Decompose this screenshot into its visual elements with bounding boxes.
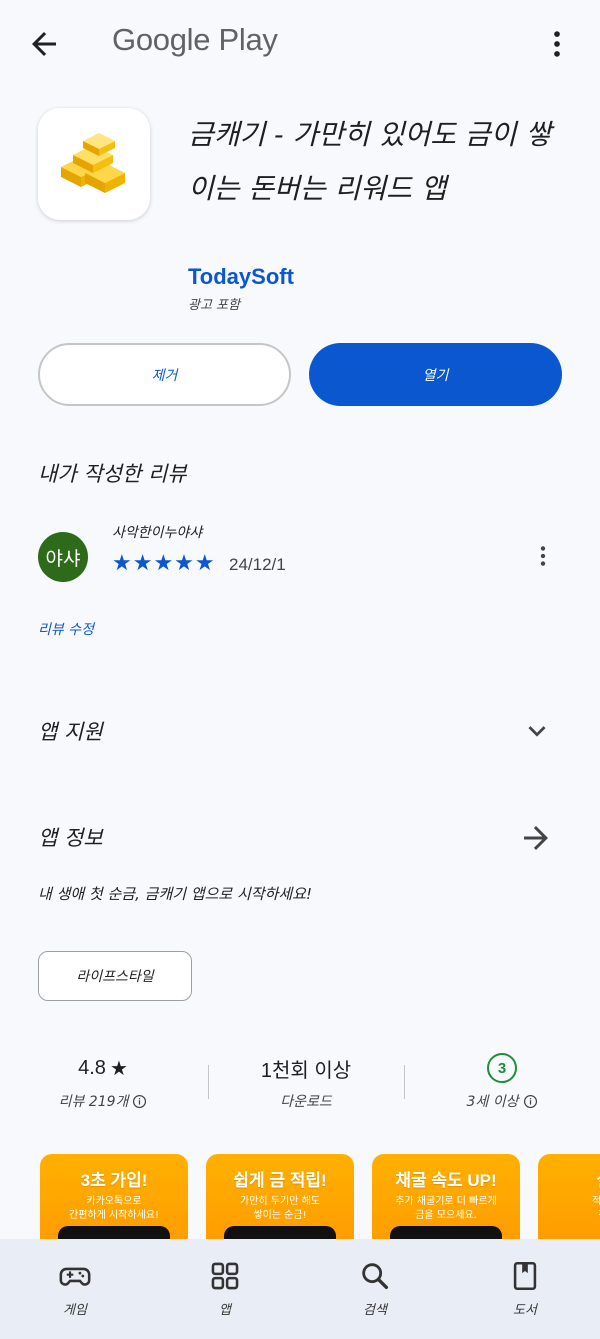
- phone-mockup: [58, 1226, 170, 1239]
- nav-label: 도서: [513, 1303, 537, 1318]
- info-icon[interactable]: [523, 1094, 538, 1109]
- reviewer-name: 사악한이누야샤: [112, 525, 203, 541]
- review-more-icon[interactable]: [530, 540, 556, 572]
- downloads-label: 다운로드: [280, 1094, 332, 1110]
- screenshot-subtitle: 금을 모으세요.: [415, 1210, 477, 1221]
- screenshot-card[interactable]: 3초 가입! 카카오톡으로간편하게 시작하세요!: [40, 1154, 188, 1239]
- rating-stat: 4.8 ★ 리뷰 219개: [8, 1053, 198, 1111]
- about-description: 내 생애 첫 순금, 금캐기 앱으로 시작하세요!: [38, 885, 312, 903]
- ads-notice: 광고 포함: [188, 298, 240, 313]
- category-tag[interactable]: 라이프스타일: [38, 951, 192, 1001]
- downloads-value: 1천회 이상: [260, 1059, 352, 1082]
- gold-bars-icon: [61, 133, 125, 193]
- app-support-title[interactable]: 앱 지원: [38, 716, 103, 746]
- top-bar: Google Play: [0, 0, 600, 90]
- screenshot-subtitle: 가만히 두기만 해도: [240, 1196, 320, 1207]
- star-icon: ★: [109, 1057, 128, 1080]
- gamepad-icon: [59, 1267, 91, 1286]
- open-button[interactable]: 열기: [309, 343, 562, 406]
- remove-button[interactable]: 제거: [38, 343, 291, 406]
- app-icon: [38, 108, 150, 220]
- screenshot-card[interactable]: 채굴 속도 UP! 추가 채굴기로 더 빠르게금을 모으세요.: [372, 1154, 520, 1239]
- nav-label: 게임: [63, 1303, 87, 1318]
- screenshot-title: 쉽게 금 적립!: [233, 1171, 327, 1190]
- developer-link[interactable]: TodaySoft: [188, 264, 294, 290]
- screenshot-title: 3초 가입!: [80, 1171, 148, 1190]
- nav-games[interactable]: 게임: [0, 1239, 150, 1339]
- screenshot-subtitle: 전환할: [544, 1209, 600, 1223]
- screenshot-title: 실물: [538, 1166, 600, 1191]
- bottom-navigation: 게임 앱 검색 도서: [0, 1239, 600, 1339]
- age-label: 3세 이상: [466, 1094, 519, 1110]
- chevron-down-icon[interactable]: [520, 714, 554, 748]
- phone-mockup: [224, 1226, 336, 1239]
- nav-label: 검색: [363, 1303, 387, 1318]
- rating-value: 4.8: [78, 1056, 106, 1079]
- screenshot-subtitle: 적립한 금: [592, 1196, 600, 1207]
- phone-mockup: [390, 1226, 502, 1239]
- screenshot-title: 채굴 속도 UP!: [395, 1171, 497, 1190]
- nav-books[interactable]: 도서: [450, 1239, 600, 1339]
- apps-grid-icon: [211, 1262, 239, 1290]
- screenshot-card[interactable]: 쉽게 금 적립! 가만히 두기만 해도쌓이는 순금!: [206, 1154, 354, 1239]
- stat-divider: [404, 1065, 405, 1099]
- nav-label: 앱: [219, 1303, 231, 1318]
- avatar: 야샤: [38, 532, 88, 582]
- screenshot-subtitle: 추가 채굴기로 더 빠르게: [395, 1196, 497, 1207]
- more-vert-icon[interactable]: [540, 26, 574, 62]
- screenshot-subtitle: 카카오톡으로: [86, 1196, 142, 1207]
- nav-apps[interactable]: 앱: [150, 1239, 300, 1339]
- review-date: 24/12/1: [229, 555, 286, 574]
- search-icon: [362, 1263, 389, 1290]
- downloads-stat: 1천회 이상 다운로드: [211, 1053, 401, 1111]
- reviews-count: 리뷰 219개: [58, 1094, 129, 1110]
- about-app-title[interactable]: 앱 정보: [38, 822, 103, 852]
- info-icon[interactable]: [132, 1094, 147, 1109]
- age-rating-badge: 3: [487, 1053, 517, 1083]
- screenshot-carousel[interactable]: 3초 가입! 카카오톡으로간편하게 시작하세요! 쉽게 금 적립! 가만히 두기…: [40, 1154, 600, 1239]
- screenshot-subtitle: 간편하게 시작하세요!: [69, 1210, 159, 1221]
- my-review-title: 내가 작성한 리뷰: [38, 462, 187, 486]
- screenshot-subtitle: 쌓이는 순금!: [253, 1210, 307, 1221]
- edit-review-link[interactable]: 리뷰 수정: [38, 619, 94, 639]
- screenshot-card[interactable]: 실물 적립한 금전환할: [538, 1154, 600, 1239]
- arrow-back-icon[interactable]: [26, 26, 62, 62]
- google-play-logo-text: Google Play: [112, 22, 278, 57]
- nav-search[interactable]: 검색: [300, 1239, 450, 1339]
- age-stat: 3 3세 이상: [407, 1053, 597, 1111]
- app-title: 금캐기 - 가만히 있어도 금이 쌓이는 돈버는 리워드 앱: [188, 118, 552, 205]
- book-icon: [513, 1261, 537, 1291]
- stat-divider: [208, 1065, 209, 1099]
- arrow-forward-icon[interactable]: [518, 820, 554, 856]
- review-stars: ★★★★★: [112, 551, 216, 576]
